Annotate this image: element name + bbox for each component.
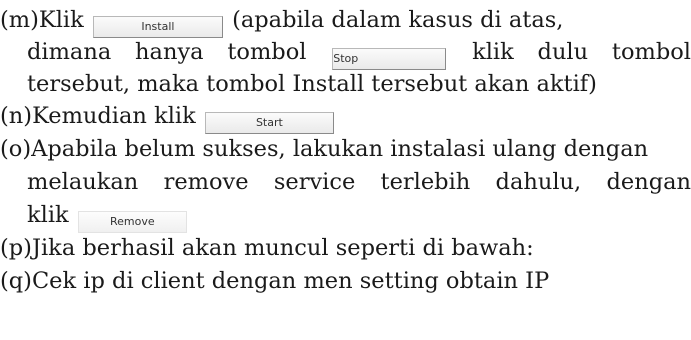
- item-m-line-1: (m)Klik Install (apabila dalam kasus di …: [0, 4, 691, 38]
- item-q-marker: (q): [0, 268, 32, 294]
- item-o-line-2: melaukan remove service terlebih dahulu,…: [27, 169, 691, 195]
- item-p-text: Jika berhasil akan muncul seperti di baw…: [31, 235, 534, 261]
- start-button[interactable]: Start: [204, 112, 334, 134]
- item-o-text-1: Apabila belum sukses, lakukan instalasi …: [31, 136, 649, 162]
- install-button[interactable]: Install: [92, 16, 223, 38]
- item-m-text-after: (apabila dalam kasus di atas,: [232, 7, 564, 33]
- item-m-line-2: dimana hanya tombol Stop klik dulu tombo…: [27, 36, 691, 70]
- item-p-line: (p)Jika berhasil akan muncul seperti di …: [0, 232, 691, 264]
- stop-button[interactable]: Stop: [332, 48, 447, 70]
- item-q-line: (q)Cek ip di client dengan men setting o…: [0, 265, 691, 297]
- item-p-marker: (p): [0, 235, 32, 261]
- remove-button[interactable]: Remove: [77, 211, 187, 233]
- item-m-line2-before: dimana hanya tombol: [27, 39, 307, 65]
- item-m-line2-after: klik dulu tombol: [472, 39, 691, 65]
- item-o-marker: (o): [0, 136, 32, 162]
- item-n-text: Kemudian klik: [32, 103, 196, 129]
- item-q-text: Cek ip di client dengan men setting obta…: [31, 268, 550, 294]
- item-m-marker: (m): [0, 7, 39, 33]
- item-m-line-3: tersebut, maka tombol Install tersebut a…: [27, 71, 597, 97]
- item-o-line-1: (o)Apabila belum sukses, lakukan instala…: [0, 133, 691, 165]
- item-m-text-before: Klik: [38, 7, 84, 33]
- item-o-line-3: klik Remove: [27, 199, 691, 233]
- item-n-line: (n)Kemudian klik Start: [0, 100, 691, 134]
- item-n-marker: (n): [0, 103, 33, 129]
- item-o-line3-before: klik: [27, 202, 69, 228]
- instruction-page: (m)Klik Install (apabila dalam kasus di …: [0, 0, 691, 340]
